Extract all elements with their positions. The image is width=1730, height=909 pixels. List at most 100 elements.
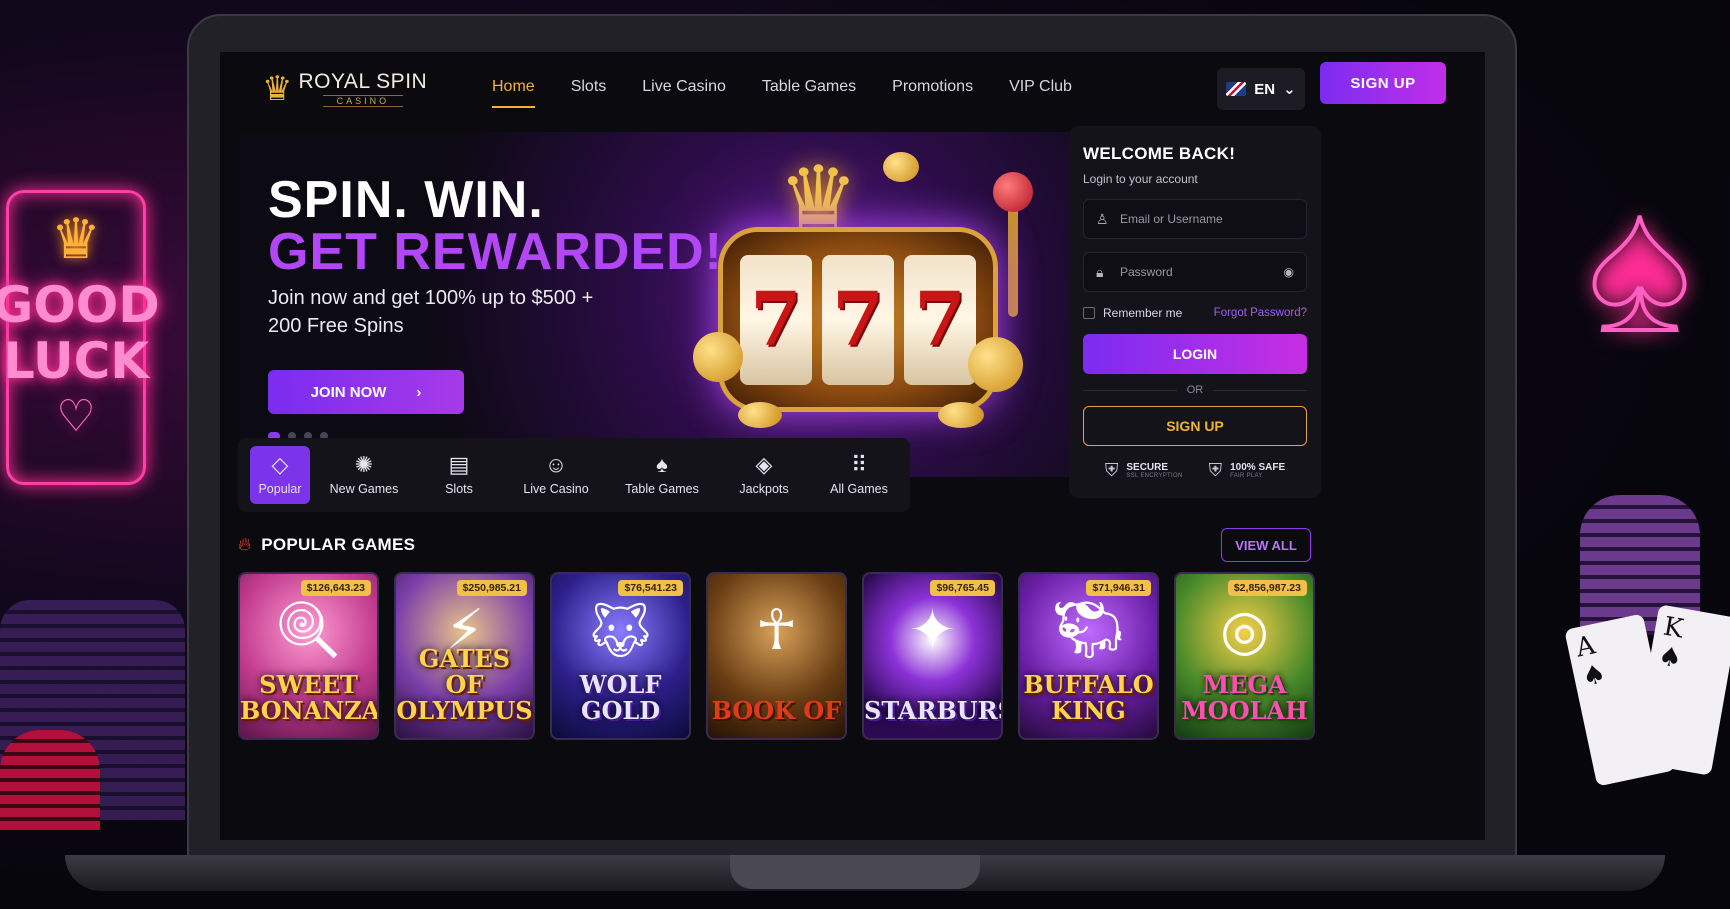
remember-checkbox[interactable]: [1083, 307, 1095, 319]
diamond-icon: ◇: [271, 452, 289, 477]
jackpot-badge: $2,856,987.23: [1227, 580, 1307, 596]
grid-icon: ⠿: [850, 452, 868, 477]
signup-button-panel[interactable]: SIGN UP: [1083, 406, 1307, 446]
diamond-outline-icon: ◈: [755, 452, 773, 477]
badge-sub: FAIR PLAY: [1230, 473, 1263, 479]
login-subtitle: Login to your account: [1083, 172, 1198, 186]
slot-reel-3: 7: [904, 254, 976, 385]
nav-link-table-games[interactable]: Table Games: [762, 78, 856, 108]
game-card-starburst[interactable]: $96,765.45 ✦ STARBURST: [862, 572, 1003, 740]
hero-title-line1: SPIN. WIN.: [268, 171, 544, 229]
jackpot-badge: $76,541.23: [618, 580, 683, 596]
gold-coin: [938, 402, 984, 428]
dealer-icon: ☺: [544, 452, 568, 477]
brand-logo[interactable]: ♛ ROYAL SPIN CASINO: [262, 70, 427, 107]
neon-spade-icon: ♠: [1587, 159, 1692, 371]
explorer-icon: ☥: [755, 598, 798, 661]
game-card-buffalo-king[interactable]: $71,946.31 🐃︎ BUFFALO KING: [1018, 572, 1159, 740]
game-card-book-of[interactable]: ☥ BOOK OF: [706, 572, 847, 740]
safe-badge: ⛨ 100% SAFE FAIR PLAY: [1209, 460, 1286, 481]
nav-links: Home Slots Live Casino Table Games Promo…: [492, 78, 1072, 108]
jackpot-badge: $250,985.21: [456, 580, 527, 596]
category-label: New Games: [329, 482, 399, 496]
new-badge-icon: ✺: [354, 452, 374, 477]
slot-lever-knob: [993, 172, 1033, 212]
category-new-games[interactable]: ✺ New Games: [314, 446, 414, 504]
category-slots[interactable]: ▤ Slots: [420, 446, 498, 504]
gold-coin: [968, 337, 1023, 392]
category-jackpots[interactable]: ◈ Jackpots: [720, 446, 808, 504]
fire-icon: 🔥︎: [238, 534, 252, 554]
shield-lock-icon: ⛨: [1104, 460, 1119, 480]
login-button[interactable]: LOGIN: [1083, 334, 1307, 374]
game-card-wolf-gold[interactable]: $76,541.23 🐺︎ WOLF GOLD: [550, 572, 691, 740]
hero-title-line2: GET REWARDED!: [268, 223, 723, 281]
uk-flag-icon: [1226, 82, 1247, 96]
game-title: GATES OF OLYMPUS: [396, 644, 533, 725]
wolf-icon: 🐺︎: [584, 598, 657, 661]
eye-icon[interactable]: ◉: [1284, 265, 1294, 279]
jackpot-badge: $126,643.23: [300, 580, 371, 596]
lock-icon: 🔒︎: [1096, 263, 1104, 280]
slot-machine-illustration: 7 7 7: [718, 227, 998, 412]
security-badges: ⛨ SECURE SSL ENCRYPTION ⛨ 100% SAFE FAIR…: [1083, 460, 1307, 481]
forgot-password-link[interactable]: Forgot Password?: [1214, 307, 1307, 319]
password-field[interactable]: 🔒︎ Password ◉: [1083, 252, 1307, 292]
brand-sub: CASINO: [322, 95, 404, 107]
badge-title: SECURE: [1126, 462, 1169, 473]
star-gem-icon: ✦: [909, 598, 956, 661]
login-title: WELCOME BACK!: [1083, 144, 1236, 163]
category-live-casino[interactable]: ☺ Live Casino: [506, 446, 606, 504]
shield-check-icon: ⛨: [1208, 460, 1223, 480]
password-placeholder: Password: [1120, 265, 1173, 279]
signup-button-header[interactable]: SIGN UP: [1320, 62, 1446, 104]
remember-label[interactable]: Remember me: [1103, 306, 1182, 320]
badge-title: 100% SAFE: [1230, 462, 1286, 473]
gold-coin: [883, 152, 919, 182]
game-card-sweet-bonanza[interactable]: $126,643.23 🍭︎ SWEET BONANZA: [238, 572, 379, 740]
view-all-button[interactable]: VIEW ALL: [1221, 528, 1311, 562]
category-label: Jackpots: [739, 482, 789, 496]
nav-link-vip-club[interactable]: VIP Club: [1009, 78, 1072, 108]
category-table-games[interactable]: ♠ Table Games: [610, 446, 714, 504]
game-title: BUFFALO KING: [1023, 670, 1154, 725]
popular-games-header: 🔥︎ POPULAR GAMES: [238, 534, 415, 555]
game-card-mega-moolah[interactable]: $2,856,987.23 ◎ MEGA MOOLAH: [1174, 572, 1315, 740]
nav-link-home[interactable]: Home: [492, 78, 535, 108]
game-title: BOOK OF: [711, 696, 842, 725]
category-popular[interactable]: ◇ Popular: [250, 446, 310, 504]
badge-sub: SSL ENCRYPTION: [1126, 473, 1183, 479]
or-divider: OR: [1083, 384, 1307, 396]
poker-chips-red: [0, 730, 100, 830]
cards-icon: ♠: [656, 452, 668, 477]
nav-link-live-casino[interactable]: Live Casino: [642, 78, 726, 108]
gold-coin-icon: ◎: [1220, 598, 1269, 661]
game-title: WOLF GOLD: [579, 670, 662, 725]
gold-coin: [738, 402, 782, 428]
jackpot-badge: $71,946.31: [1086, 580, 1151, 596]
category-label: Table Games: [625, 482, 699, 496]
popular-games-row: $126,643.23 🍭︎ SWEET BONANZA $250,985.21…: [238, 572, 1315, 740]
category-label: Live Casino: [523, 482, 589, 496]
game-card-gates-of-olympus[interactable]: $250,985.21 ⚡︎ GATES OF OLYMPUS: [394, 572, 535, 740]
neon-sign-text: GOOD LUCK: [0, 276, 160, 390]
buffalo-icon: 🐃︎: [1052, 598, 1125, 661]
brand-name: ROYAL SPIN: [298, 70, 428, 93]
nav-link-promotions[interactable]: Promotions: [892, 78, 973, 108]
hero-banner: SPIN. WIN. GET REWARDED! Join now and ge…: [238, 132, 1080, 477]
game-title: MEGA MOOLAH: [1181, 670, 1308, 725]
game-title: SWEET BONANZA: [240, 670, 379, 725]
hero-subtitle: Join now and get 100% up to $500 + 200 F…: [268, 287, 594, 337]
language-code: EN: [1254, 80, 1276, 98]
nav-link-slots[interactable]: Slots: [571, 78, 607, 108]
language-selector[interactable]: EN ⌄: [1217, 68, 1305, 110]
slot-machine-icon: ▤: [448, 452, 470, 477]
category-label: Popular: [258, 482, 302, 496]
top-navbar: ♛ ROYAL SPIN CASINO Home Slots Live Casi…: [220, 52, 1485, 132]
category-all-games[interactable]: ⠿ All Games: [814, 446, 904, 504]
email-placeholder: Email or Username: [1120, 212, 1223, 226]
email-field[interactable]: ♙ Email or Username: [1083, 199, 1307, 239]
laptop-notch: [730, 855, 980, 889]
jackpot-badge: $96,765.45: [930, 580, 995, 596]
join-now-button[interactable]: JOIN NOW ›: [268, 370, 464, 414]
